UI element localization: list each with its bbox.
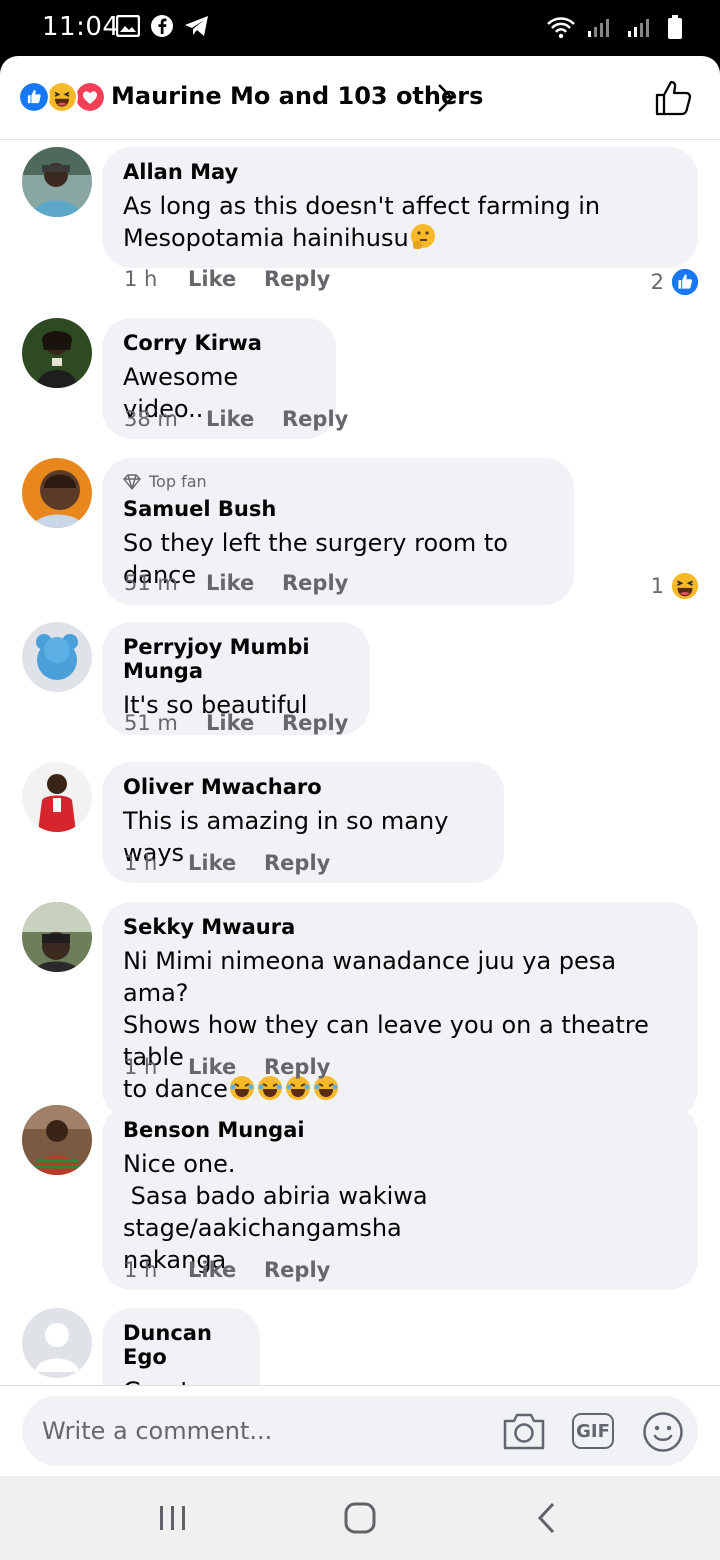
- comment-actions: 38 m Like Reply: [124, 407, 348, 431]
- reply-button[interactable]: Reply: [264, 851, 330, 875]
- avatar[interactable]: [22, 1308, 92, 1378]
- comment-author[interactable]: Sekky Mwaura: [123, 915, 677, 939]
- comment-bubble: Allan May As long as this doesn't affect…: [102, 147, 698, 268]
- comment-actions: 1 h Like Reply: [124, 851, 330, 875]
- thumbs-up-icon[interactable]: [654, 78, 694, 118]
- comment-text: Ni Mimi nimeona wanadance juu ya pesa am…: [123, 947, 649, 1103]
- like-button[interactable]: Like: [206, 711, 282, 735]
- comment-time: 51 m: [124, 571, 178, 595]
- comment-reaction-count[interactable]: 2: [651, 267, 700, 297]
- comment-author[interactable]: Samuel Bush: [123, 497, 553, 521]
- reply-button[interactable]: Reply: [282, 571, 348, 595]
- wifi-icon: [547, 17, 575, 39]
- avatar[interactable]: [22, 762, 92, 832]
- comment-actions: 51 m Like Reply: [124, 711, 348, 735]
- comment-author[interactable]: Duncan Ego: [123, 1321, 239, 1369]
- status-time: 11:04: [42, 12, 120, 42]
- reply-button[interactable]: Reply: [282, 407, 348, 431]
- comment-composer[interactable]: GIF: [22, 1396, 698, 1466]
- like-button[interactable]: Like: [188, 1258, 264, 1282]
- like-button[interactable]: Like: [206, 571, 282, 595]
- like-button[interactable]: Like: [188, 1055, 264, 1079]
- comment-actions: 1 h Like Reply: [124, 267, 330, 291]
- reply-button[interactable]: Reply: [264, 1055, 330, 1079]
- comment-time: 38 m: [124, 407, 178, 431]
- gif-label: GIF: [576, 1420, 610, 1442]
- reactions-summary-text[interactable]: Maurine Mo and 103 others: [111, 82, 483, 110]
- comment-author[interactable]: Allan May: [123, 160, 677, 184]
- sticker-icon[interactable]: [642, 1411, 684, 1453]
- status-bar: 11:04: [0, 0, 720, 56]
- home-icon[interactable]: [342, 1500, 378, 1536]
- reply-button[interactable]: Reply: [264, 1258, 330, 1282]
- top-fan-badge: Top fan: [123, 471, 553, 493]
- avatar[interactable]: [22, 902, 92, 972]
- reaction-summary[interactable]: [18, 81, 106, 115]
- signal-icon: [628, 19, 649, 37]
- comment-composer-area: GIF: [0, 1385, 720, 1476]
- reactions-header[interactable]: Maurine Mo and 103 others: [0, 56, 720, 140]
- like-button[interactable]: Like: [206, 407, 282, 431]
- comment-bubble: Sekky Mwaura Ni Mimi nimeona wanadance j…: [102, 902, 698, 1119]
- comment-time: 51 m: [124, 711, 178, 735]
- comments-list[interactable]: Allan May As long as this doesn't affect…: [0, 141, 720, 1386]
- comment-input[interactable]: [42, 1408, 482, 1454]
- comment-reaction-count[interactable]: 1: [651, 571, 700, 601]
- reaction-count-text: 1: [650, 574, 664, 598]
- comment-bubble: Duncan Ego Great: [102, 1308, 260, 1386]
- comment-author[interactable]: Benson Mungai: [123, 1118, 677, 1142]
- comment-time: 1 h: [124, 851, 158, 875]
- comment-time: 1 h: [124, 1055, 158, 1079]
- haha-reaction-icon: [46, 81, 78, 113]
- diamond-icon: [123, 474, 141, 490]
- telegram-icon: [185, 16, 208, 36]
- comment-actions: 1 h Like Reply: [124, 1055, 330, 1079]
- top-fan-label: Top fan: [149, 472, 207, 491]
- comment-text: Nice one. Sasa bado abiria wakiwa stage/…: [123, 1150, 428, 1274]
- chevron-right-icon[interactable]: [434, 82, 456, 114]
- avatar[interactable]: [22, 622, 92, 692]
- avatar[interactable]: [22, 458, 92, 528]
- comment-text: As long as this doesn't affect farming i…: [123, 192, 601, 252]
- reaction-count-text: 2: [650, 270, 664, 294]
- system-nav-bar: [0, 1476, 720, 1560]
- avatar[interactable]: [22, 147, 92, 217]
- comment-actions: 51 m Like Reply: [124, 571, 348, 595]
- like-reaction-icon: [670, 267, 700, 297]
- haha-reaction-icon: [670, 571, 700, 601]
- camera-icon[interactable]: [502, 1411, 546, 1451]
- recents-icon[interactable]: [156, 1500, 190, 1536]
- love-reaction-icon: [74, 81, 106, 113]
- like-button[interactable]: Like: [188, 851, 264, 875]
- thinking-emoji-icon: [410, 224, 435, 249]
- comments-sheet: Maurine Mo and 103 others Allan May As l…: [0, 56, 720, 1476]
- photo-icon: [116, 15, 140, 37]
- facebook-icon: [151, 15, 173, 37]
- reply-button[interactable]: Reply: [282, 711, 348, 735]
- comment-time: 1 h: [124, 267, 158, 291]
- comment-actions: 1 h Like Reply: [124, 1258, 330, 1282]
- back-icon[interactable]: [532, 1500, 562, 1536]
- comment-author[interactable]: Perryjoy Mumbi Munga: [123, 635, 349, 683]
- comment-time: 1 h: [124, 1258, 158, 1282]
- battery-icon: [668, 15, 682, 39]
- comment-author[interactable]: Corry Kirwa: [123, 331, 315, 355]
- avatar[interactable]: [22, 1105, 92, 1175]
- gif-icon[interactable]: GIF: [572, 1413, 614, 1449]
- like-reaction-icon: [18, 81, 50, 113]
- comment-author[interactable]: Oliver Mwacharo: [123, 775, 483, 799]
- like-button[interactable]: Like: [188, 267, 264, 291]
- reply-button[interactable]: Reply: [264, 267, 330, 291]
- laughing-emojis: [228, 1076, 340, 1101]
- signal-icon: [588, 19, 609, 37]
- avatar[interactable]: [22, 318, 92, 388]
